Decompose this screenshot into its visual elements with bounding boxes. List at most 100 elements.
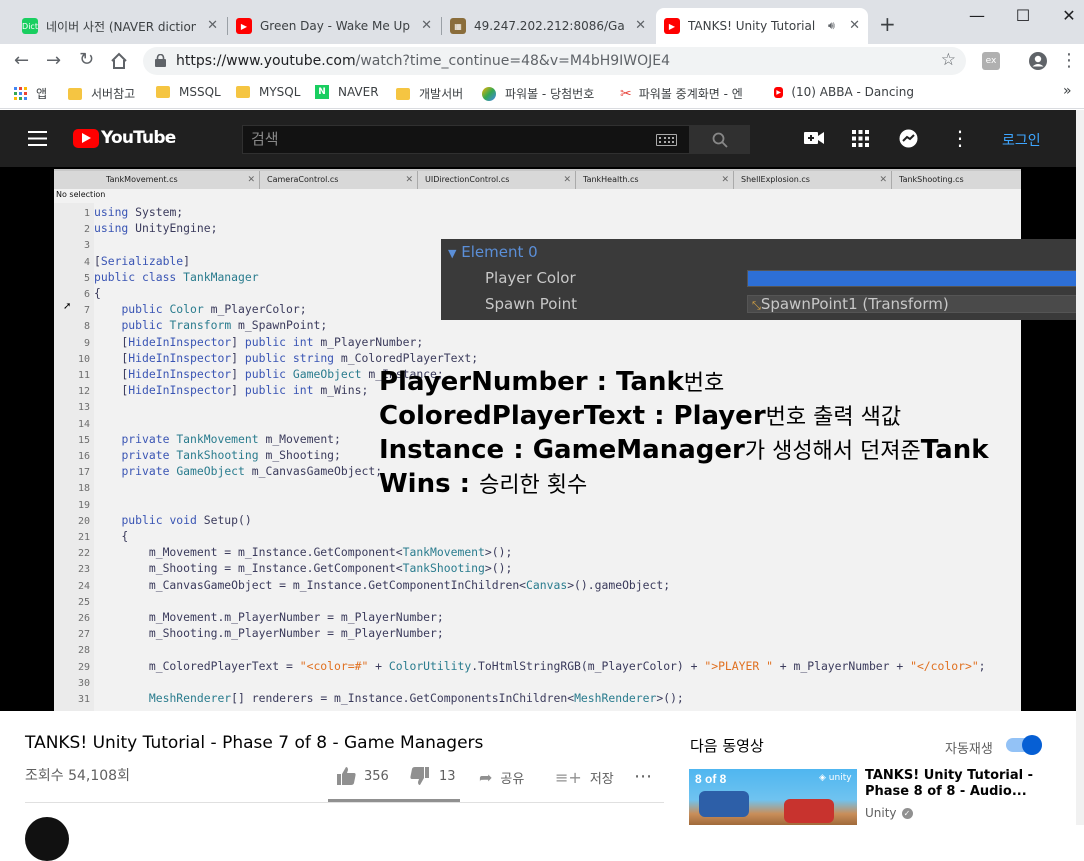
home-icon[interactable] [110,52,128,70]
apps-grid-icon [14,86,28,101]
messages-icon[interactable] [899,129,918,148]
tab-title: Green Day - Wake Me Up W [260,19,410,33]
watch-info-area: TANKS! Unity Tutorial - Phase 7 of 8 - G… [0,711,1076,861]
hamburger-menu-icon[interactable] [28,131,47,146]
bookmarks-overflow[interactable]: » [1063,83,1072,99]
bookmark-abba[interactable]: ▶ (10) ABBA - Dancing [774,85,914,99]
browser-tab-active[interactable]: ▶ TANKS! Unity Tutorial - 🔊︎ ✕ [656,8,868,44]
bookmark-label: 파워볼 중계화면 - 엔 [638,87,743,101]
next-video-channel[interactable]: Unity ✓ [865,806,913,820]
bookmark-label: 앱 [36,87,48,101]
close-tab-icon[interactable]: ✕ [421,18,432,33]
autoplay-toggle[interactable] [1006,735,1042,755]
address-bar[interactable]: https://www.youtube.com/watch?time_conti… [143,47,966,75]
bookmark-powerball-live[interactable]: ✂ 파워볼 중계화면 - 엔 [620,85,756,102]
bookmark-folder[interactable]: MYSQL [236,85,300,99]
profile-icon[interactable] [1028,51,1048,71]
save-button[interactable]: ≡+ 저장 [555,768,614,787]
video-title: TANKS! Unity Tutorial - Phase 7 of 8 - G… [25,733,484,753]
forward-icon[interactable]: → [46,50,61,71]
bookmark-label: MSSQL [179,85,221,99]
playlist-add-icon: ≡+ [555,768,582,787]
next-video-title[interactable]: TANKS! Unity Tutorial - Phase 8 of 8 - A… [865,768,1035,800]
login-button[interactable]: 로그인 [1002,130,1041,150]
search-input[interactable]: 검색 [242,125,690,154]
annotation-line: Wins : 승리한 횟수 [379,469,588,499]
dislike-button[interactable]: 13 [410,767,456,785]
bookmark-label: NAVER [338,85,379,99]
youtube-logo[interactable]: YouTube [73,128,176,148]
close-tab-icon[interactable]: ✕ [849,18,860,33]
close-window-button[interactable]: ✕ [1054,6,1084,26]
annotation-line: PlayerNumber : Tank번호 [379,367,725,397]
blue-tank-shape [699,791,749,817]
minimize-button[interactable]: — [962,6,992,26]
more-actions-icon[interactable]: ⋯ [634,766,652,787]
create-video-icon[interactable] [804,131,824,145]
folder-icon [396,87,410,100]
close-tab-icon[interactable]: ✕ [635,18,646,33]
bookmark-folder[interactable]: 서버참고 [68,85,135,102]
bookmark-powerball[interactable]: 파워볼 - 당첨번호 [482,85,594,102]
browser-tab[interactable]: ▦ 49.247.202.212:8086/GameP ✕ [442,8,654,44]
next-video-thumbnail[interactable]: 8 of 8 ◈ unity [689,769,857,825]
tab-title: TANKS! Unity Tutorial - [688,19,818,33]
up-next-heading: 다음 동영상 [690,737,764,755]
browser-tab-strip: Dict 네이버 사전 (NAVER diction ✕ ▶ Green Day… [0,0,1084,44]
editor-tab: ShellExplosion.cs ✕ [733,171,891,189]
bookmark-apps[interactable]: 앱 [14,85,47,102]
back-icon[interactable]: ← [14,50,29,71]
youtube-icon: ▶ [236,18,252,34]
unity-logo-icon: ◈ unity [819,773,852,783]
maximize-button[interactable]: ☐ [1008,6,1038,26]
close-tab-icon[interactable]: ✕ [207,18,218,33]
url-path: /watch?time_continue=48&v=M4bH9IWOJE4 [355,53,671,69]
bookmark-folder[interactable]: 개발서버 [396,85,463,102]
bookmark-star-icon[interactable]: ☆ [941,50,956,70]
folder-icon [68,87,82,100]
transform-icon: ⤡ [752,299,761,312]
bookmarks-bar: 앱 서버참고 MSSQL MYSQL N NAVER 개발서버 파워볼 - 당첨번… [0,79,1084,109]
video-frame-inspector-panel: ▼ Element 0 Player Color Spawn Point ⤡Sp… [441,239,1084,320]
folder-icon [156,86,170,98]
browser-tab[interactable]: ▶ Green Day - Wake Me Up W ✕ [228,8,440,44]
speaker-icon[interactable]: 🔊︎ [828,19,835,33]
browser-menu-icon[interactable]: ⋮ [1060,50,1078,71]
share-button[interactable]: ➦ 공유 [479,768,524,787]
bookmark-folder[interactable]: MSSQL [156,85,221,99]
tab-title: 네이버 사전 (NAVER diction [46,19,196,34]
bookmark-naver[interactable]: N NAVER [315,85,379,99]
annotation-line: Instance : GameManager가 생성해서 던져준Tank [379,435,989,465]
page-icon: ▦ [450,18,466,34]
naver-icon: N [315,85,329,99]
apps-icon[interactable] [852,130,869,147]
powerball2-icon: ✂ [620,85,632,102]
thumbs-up-icon [337,767,356,785]
naver-dict-icon: Dict [22,18,38,34]
reload-icon[interactable]: ↻ [79,49,94,70]
search-button[interactable] [690,125,750,154]
extension-icon[interactable]: ex [982,52,1000,70]
lock-icon [155,54,166,67]
player-color-swatch [747,270,1084,287]
settings-more-icon[interactable]: ⋮ [950,126,970,150]
dislike-count: 13 [439,768,456,784]
thumb-badge: 8 of 8 [695,772,727,786]
bookmark-label: 개발서버 [419,87,464,101]
login-label: 로그인 [1002,133,1041,149]
keyboard-icon[interactable] [656,134,677,146]
autoplay-label: 자동재생 [945,742,993,757]
like-button[interactable]: 356 [337,767,389,785]
url-host: https://www.youtube.com [176,53,356,69]
player-color-label: Player Color [485,269,576,287]
page-scrollbar[interactable] [1076,110,1084,825]
share-icon: ➦ [479,768,493,787]
editor-tab: TankShooting.cs [891,171,1021,189]
search-icon [712,132,728,148]
tab-title: 49.247.202.212:8086/GameP [474,19,624,33]
editor-tab-bar: ◀ ▶ TankMovement.cs✕ CameraControl.cs✕ U… [54,169,1021,189]
browser-tab[interactable]: Dict 네이버 사전 (NAVER diction ✕ [14,8,226,44]
channel-avatar[interactable] [25,817,69,861]
spawn-point-field: ⤡SpawnPoint1 (Transform) [747,295,1084,313]
new-tab-button[interactable]: + [879,12,896,36]
